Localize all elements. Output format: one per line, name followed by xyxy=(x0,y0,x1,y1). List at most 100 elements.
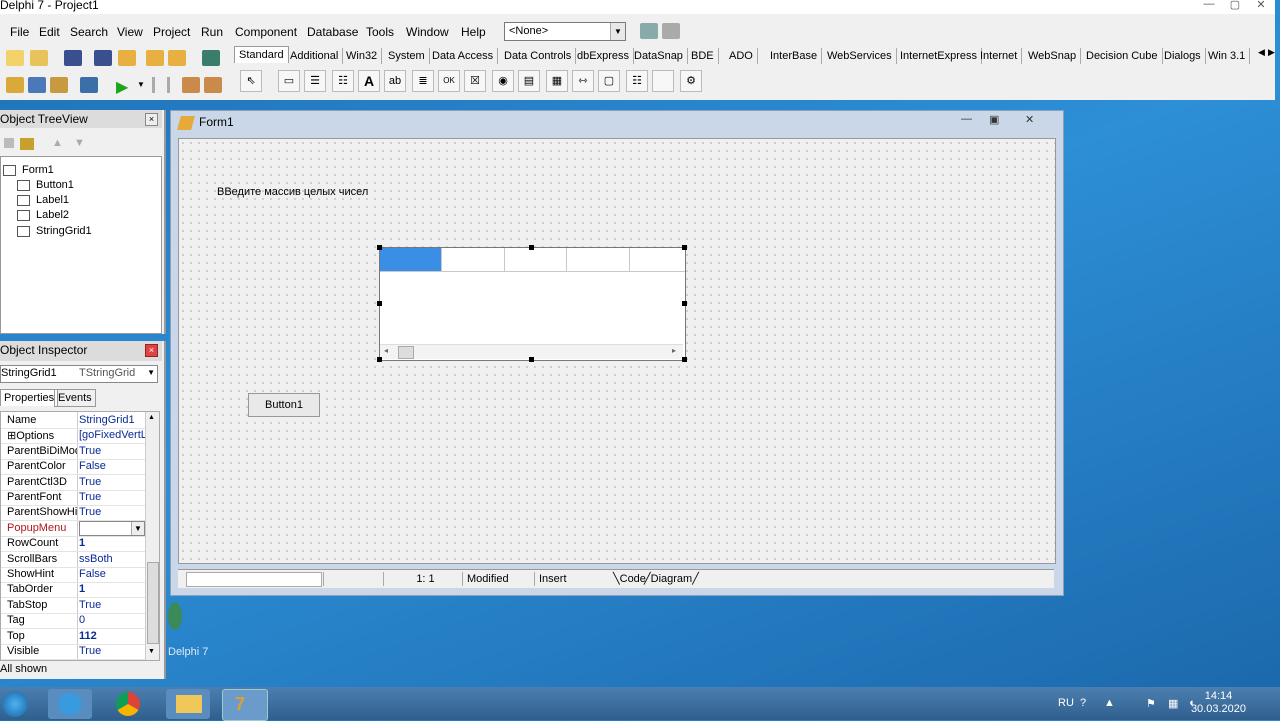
run-icon[interactable]: ▶ xyxy=(116,77,128,97)
scroll-down-icon[interactable]: ▼ xyxy=(148,648,155,655)
menu-help[interactable]: Help xyxy=(461,25,486,39)
grid-cell[interactable] xyxy=(630,248,685,272)
grid-cell-selected[interactable] xyxy=(380,248,442,272)
form-canvas[interactable]: ВВедите массив целых чисел ◂ ▸ Button1 xyxy=(178,138,1056,564)
property-row[interactable]: ShowHint False xyxy=(1,567,145,583)
pointer-icon[interactable]: ⇖ xyxy=(240,70,262,92)
actionlist-component-icon[interactable]: ⚙ xyxy=(680,70,702,92)
palette-tab-interbase[interactable]: InterBase xyxy=(766,48,823,64)
menu-run[interactable]: Run xyxy=(201,25,223,39)
menu-project[interactable]: Project xyxy=(153,25,190,39)
palette-scroll-left-icon[interactable]: ◀ xyxy=(1258,47,1265,58)
property-value[interactable]: [goFixedVertLi xyxy=(79,429,145,441)
save-icon[interactable] xyxy=(64,50,82,66)
palette-tab-bde[interactable]: BDE xyxy=(687,48,719,64)
object-selector[interactable]: StringGrid1 TStringGrid ▼ xyxy=(0,365,158,383)
palette-tab-datasnap[interactable]: DataSnap xyxy=(630,48,688,64)
property-row[interactable]: TabOrder 1 xyxy=(1,582,145,599)
scroll-left-icon[interactable]: ◂ xyxy=(384,346,388,355)
palette-tab-dialogs[interactable]: Dialogs xyxy=(1160,48,1206,64)
popupmenu-value-editor[interactable]: ▼ xyxy=(79,520,145,536)
palette-tab-dbexpress[interactable]: dbExpress xyxy=(573,48,634,64)
panel-component-icon[interactable] xyxy=(652,70,674,92)
new-item-icon[interactable] xyxy=(4,138,14,148)
property-row[interactable]: TabStop True xyxy=(1,598,145,614)
tab-diagram[interactable]: ╱Diagram╱ xyxy=(644,572,699,585)
button1[interactable]: Button1 xyxy=(248,393,320,417)
tree-node[interactable]: Label2 xyxy=(17,209,69,223)
property-value[interactable]: True xyxy=(79,445,145,457)
property-row[interactable]: Visible True xyxy=(1,644,145,660)
palette-tab-system[interactable]: System xyxy=(384,48,430,64)
groupbox-component-icon[interactable]: ▢ xyxy=(598,70,620,92)
property-row[interactable]: ParentBiDiModeTrue xyxy=(1,444,145,460)
menu-tools[interactable]: Tools xyxy=(366,25,394,39)
palette-tab-additional[interactable]: Additional xyxy=(286,48,344,64)
property-row[interactable]: ParentColor False xyxy=(1,459,145,476)
scroll-right-icon[interactable]: ▸ xyxy=(672,346,676,355)
grid-cell[interactable] xyxy=(567,248,630,272)
clock[interactable]: 14:14 30.03.2020 xyxy=(1191,690,1246,716)
property-value[interactable]: ssBoth xyxy=(79,553,145,565)
palette-tab-webservices[interactable]: WebServices xyxy=(823,48,897,64)
tree-node[interactable]: StringGrid1 xyxy=(17,225,92,239)
edit-component-icon[interactable]: ab xyxy=(384,70,406,92)
network-icon[interactable]: ▦ xyxy=(1168,697,1178,710)
desktop-config-combo[interactable]: <None> ▼ xyxy=(504,22,626,41)
arrow-up-icon[interactable]: ▲ xyxy=(52,137,63,149)
remove-file-icon[interactable] xyxy=(168,50,186,66)
selection-handle[interactable] xyxy=(682,245,687,250)
add-file-icon[interactable] xyxy=(146,50,164,66)
close-button[interactable]: ✕ xyxy=(1025,113,1034,126)
property-row[interactable]: Name StringGrid1 xyxy=(1,413,145,429)
property-scrollbar[interactable]: ▲ ▼ xyxy=(145,412,159,660)
button-component-icon[interactable]: OK xyxy=(438,70,460,92)
palette-tab-win-3-1[interactable]: Win 3.1 xyxy=(1204,48,1251,64)
save-desktop-icon[interactable] xyxy=(640,23,658,39)
tree-node-form1[interactable]: Form1 xyxy=(3,164,54,178)
property-value[interactable]: StringGrid1 xyxy=(79,414,145,426)
minimize-button[interactable]: — xyxy=(1196,0,1222,10)
chevron-down-icon[interactable]: ▼ xyxy=(147,368,155,377)
minimize-button[interactable]: — xyxy=(961,113,972,125)
property-value[interactable]: True xyxy=(79,476,145,488)
view-form-icon[interactable] xyxy=(28,77,46,93)
property-value[interactable]: 1 xyxy=(79,583,145,595)
popupmenu-icon[interactable]: ☷ xyxy=(332,70,354,92)
language-indicator[interactable]: RU xyxy=(1058,697,1074,709)
view-unit-icon[interactable] xyxy=(6,77,24,93)
selection-handle[interactable] xyxy=(377,357,382,362)
property-value[interactable]: 0 xyxy=(79,614,145,626)
tab-events[interactable]: Events xyxy=(54,389,96,407)
label1[interactable]: ВВедите массив целых чисел xyxy=(217,186,368,198)
explorer-icon[interactable] xyxy=(166,689,210,719)
flag-icon[interactable]: ⚑ xyxy=(1146,697,1156,710)
grid-cell[interactable] xyxy=(505,248,567,272)
selection-handle[interactable] xyxy=(682,357,687,362)
property-row[interactable]: Tag 0 xyxy=(1,613,145,630)
scroll-up-icon[interactable]: ▲ xyxy=(148,414,155,421)
property-value[interactable]: True xyxy=(79,645,145,657)
property-row[interactable]: PopupMenu ▼ xyxy=(1,520,145,537)
label-component-icon[interactable]: A xyxy=(358,70,380,92)
trace-into-icon[interactable] xyxy=(182,77,200,93)
selection-handle[interactable] xyxy=(529,245,534,250)
chevron-down-icon[interactable]: ▼ xyxy=(137,80,145,89)
palette-tab-data-controls[interactable]: Data Controls xyxy=(500,48,577,64)
palette-scroll-right-icon[interactable]: ▶ xyxy=(1268,47,1275,58)
property-row[interactable]: ParentShowHintTrue xyxy=(1,505,145,522)
chevron-down-icon[interactable]: ▼ xyxy=(610,23,625,40)
tab-properties[interactable]: Properties xyxy=(0,389,59,406)
toggle-form-unit-icon[interactable] xyxy=(50,77,68,93)
step-over-icon[interactable] xyxy=(204,77,222,93)
property-value[interactable]: True xyxy=(79,506,145,518)
menu-search[interactable]: Search xyxy=(70,25,108,39)
palette-tab-standard[interactable]: Standard xyxy=(234,46,289,63)
delete-item-icon[interactable] xyxy=(20,138,34,150)
property-row[interactable]: Top 112 xyxy=(1,629,145,645)
ie-icon[interactable] xyxy=(48,689,92,719)
selection-handle[interactable] xyxy=(377,245,382,250)
radiobutton-component-icon[interactable]: ◉ xyxy=(492,70,514,92)
frames-icon[interactable]: ▭ xyxy=(278,70,300,92)
close-icon[interactable]: × xyxy=(145,344,158,357)
